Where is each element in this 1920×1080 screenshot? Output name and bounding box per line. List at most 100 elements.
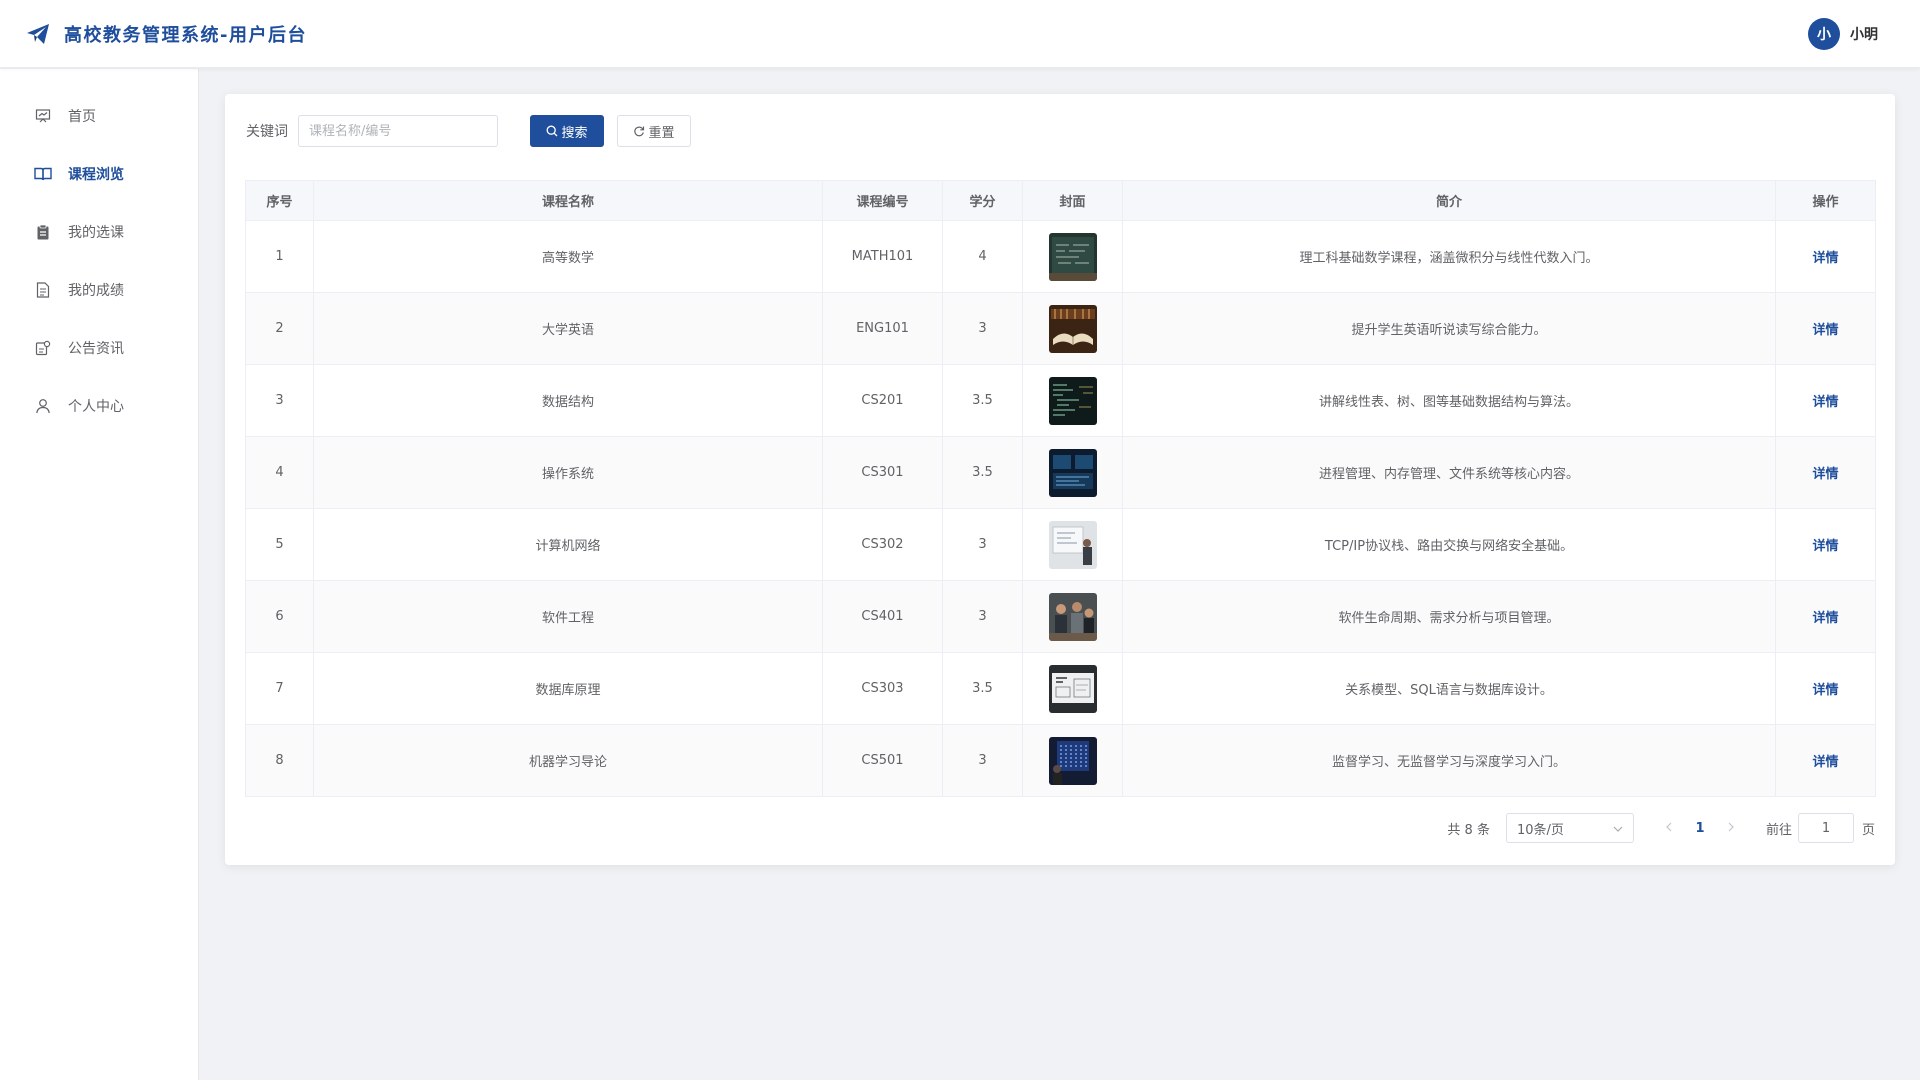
cell-intro: 理工科基础数学课程，涵盖微积分与线性代数入门。	[1122, 220, 1776, 293]
course-cover-image[interactable]	[1048, 232, 1097, 281]
cell-action: 详情	[1775, 580, 1876, 653]
table-row: 8 机器学习导论 CS501 3 监督学习、无监督学习与深度学习入门。 详情	[245, 724, 1876, 797]
keyword-label: 关键词	[246, 124, 288, 140]
cell-course-name: 数据库原理	[313, 652, 823, 725]
cell-credit: 3	[942, 724, 1023, 797]
course-cover-image[interactable]	[1048, 376, 1097, 425]
sidebar-item-home[interactable]: 首页	[0, 87, 198, 145]
cell-index: 3	[245, 364, 314, 437]
sidebar-item-label: 课程浏览	[68, 167, 124, 183]
course-table: 序号 课程名称 课程编号 学分 封面 简介 操作 1 高等数学 MATH101 …	[245, 180, 1876, 797]
app-title: 高校教务管理系统-用户后台	[64, 24, 307, 46]
cell-credit: 3.5	[942, 364, 1023, 437]
paper-plane-icon	[27, 23, 49, 44]
table-row: 6 软件工程 CS401 3 软件生命周期、需求分析与项目管理。 详情	[245, 580, 1876, 653]
notice-icon	[34, 339, 52, 357]
cell-course-code: CS301	[822, 436, 943, 509]
cell-course-name: 数据结构	[313, 364, 823, 437]
table-row: 7 数据库原理 CS303 3.5 关系模型、SQL语言与数据库设计。 详情	[245, 652, 1876, 725]
username[interactable]: 小明	[1850, 24, 1878, 44]
document-icon	[34, 281, 52, 299]
course-cover-image[interactable]	[1048, 448, 1097, 497]
cell-cover	[1022, 220, 1123, 293]
cell-intro: 关系模型、SQL语言与数据库设计。	[1122, 652, 1776, 725]
sidebar-item-my-grades[interactable]: 我的成绩	[0, 261, 198, 319]
next-page-button[interactable]	[1720, 821, 1742, 836]
cell-course-name: 软件工程	[313, 580, 823, 653]
presentation-icon	[34, 107, 52, 125]
sidebar: 首页 课程浏览 我的选课 我的成绩 公告资讯 个人中心	[0, 69, 199, 1080]
cell-action: 详情	[1775, 508, 1876, 581]
user-menu[interactable]: 小 小明	[1808, 18, 1878, 50]
cell-index: 2	[245, 292, 314, 365]
chevron-right-icon	[1728, 822, 1734, 831]
cell-course-code: CS303	[822, 652, 943, 725]
detail-link[interactable]: 详情	[1812, 683, 1838, 698]
cell-course-name: 高等数学	[313, 220, 823, 293]
detail-link[interactable]: 详情	[1812, 755, 1838, 770]
detail-link[interactable]: 详情	[1812, 467, 1838, 482]
cell-cover	[1022, 364, 1123, 437]
sidebar-item-label: 个人中心	[68, 399, 124, 415]
cell-credit: 3	[942, 508, 1023, 581]
course-cover-image[interactable]	[1048, 664, 1097, 713]
goto-label: 前往	[1765, 822, 1792, 838]
course-cover-image[interactable]	[1048, 520, 1097, 569]
page-size-value: 10条/页	[1516, 822, 1564, 838]
detail-link[interactable]: 详情	[1812, 323, 1838, 338]
cell-cover	[1022, 580, 1123, 653]
refresh-icon	[633, 125, 645, 137]
cell-credit: 3.5	[942, 652, 1023, 725]
cell-index: 7	[245, 652, 314, 725]
cell-index: 4	[245, 436, 314, 509]
cell-action: 详情	[1775, 220, 1876, 293]
sidebar-item-announcements[interactable]: 公告资讯	[0, 319, 198, 377]
page-size-select[interactable]: 10条/页	[1505, 813, 1634, 843]
clipboard-icon	[34, 223, 52, 241]
table-header-row: 序号 课程名称 课程编号 学分 封面 简介 操作	[245, 180, 1876, 221]
col-header-code: 课程编号	[822, 180, 943, 221]
cell-index: 6	[245, 580, 314, 653]
cell-cover	[1022, 724, 1123, 797]
search-button[interactable]: 搜索	[530, 115, 604, 147]
sidebar-item-profile[interactable]: 个人中心	[0, 377, 198, 435]
cell-course-name: 大学英语	[313, 292, 823, 365]
pagination: 共 8 条 10条/页 1 前往 页	[1447, 812, 1875, 844]
course-cover-image[interactable]	[1048, 592, 1097, 641]
cell-course-code: CS201	[822, 364, 943, 437]
cell-cover	[1022, 436, 1123, 509]
detail-link[interactable]: 详情	[1812, 539, 1838, 554]
chevron-down-icon	[1613, 821, 1623, 836]
cell-credit: 4	[942, 220, 1023, 293]
top-header: 高校教务管理系统-用户后台 小 小明	[0, 0, 1920, 68]
page-number-current[interactable]: 1	[1680, 821, 1720, 836]
sidebar-item-course-browse[interactable]: 课程浏览	[0, 145, 198, 203]
logo[interactable]: 高校教务管理系统-用户后台	[26, 21, 307, 47]
sidebar-item-label: 我的选课	[68, 225, 124, 241]
avatar[interactable]: 小	[1808, 18, 1840, 50]
prev-page-button[interactable]	[1658, 821, 1680, 836]
reset-button[interactable]: 重置	[617, 115, 691, 147]
detail-link[interactable]: 详情	[1812, 251, 1838, 266]
table-row: 3 数据结构 CS201 3.5 讲解线性表、树、图等基础数据结构与算法。 详情	[245, 364, 1876, 437]
search-icon	[546, 125, 558, 137]
cell-course-code: CS302	[822, 508, 943, 581]
detail-link[interactable]: 详情	[1812, 395, 1838, 410]
cell-course-name: 计算机网络	[313, 508, 823, 581]
table-row: 1 高等数学 MATH101 4 理工科基础数学课程，涵盖微积分与线性代数入门。…	[245, 220, 1876, 293]
course-cover-image[interactable]	[1048, 736, 1097, 785]
cell-intro: 软件生命周期、需求分析与项目管理。	[1122, 580, 1776, 653]
table-row: 5 计算机网络 CS302 3 TCP/IP协议栈、路由交换与网络安全基础。 详…	[245, 508, 1876, 581]
cell-index: 5	[245, 508, 314, 581]
cell-cover	[1022, 292, 1123, 365]
cell-cover	[1022, 508, 1123, 581]
cell-course-code: CS401	[822, 580, 943, 653]
course-cover-image[interactable]	[1048, 304, 1097, 353]
detail-link[interactable]: 详情	[1812, 611, 1838, 626]
cell-index: 1	[245, 220, 314, 293]
sidebar-item-my-courses[interactable]: 我的选课	[0, 203, 198, 261]
keyword-input[interactable]	[298, 115, 498, 147]
goto-page-input[interactable]	[1797, 813, 1854, 843]
cell-action: 详情	[1775, 292, 1876, 365]
search-bar: 关键词 搜索 重置	[246, 115, 691, 147]
